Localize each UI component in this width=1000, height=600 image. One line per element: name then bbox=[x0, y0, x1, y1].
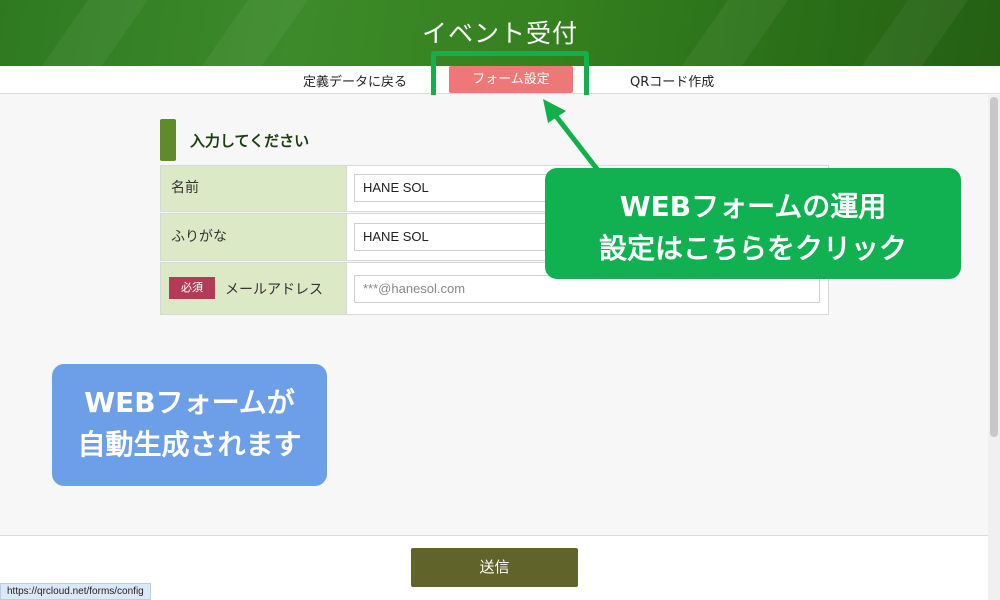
page-title: イベント受付 bbox=[421, 19, 578, 48]
status-bar-url: https://qrcloud.net/forms/config bbox=[0, 583, 151, 600]
settings-callout-line2: 設定はこちらをクリック bbox=[598, 232, 907, 265]
settings-callout-line1: WEBフォームの運用 bbox=[619, 190, 887, 223]
email-input[interactable]: ***@hanesol.com bbox=[354, 275, 820, 303]
form-label-email-cell: 必須 メールアドレス bbox=[161, 263, 347, 314]
form-label-furigana: ふりがな bbox=[161, 214, 347, 260]
furigana-input[interactable]: HANE SOL bbox=[354, 223, 554, 251]
form-label-email: メールアドレス bbox=[225, 282, 323, 298]
section-marker bbox=[160, 119, 176, 161]
nav-item-qr-code[interactable]: QRコード作成 bbox=[630, 71, 714, 90]
required-badge: 必須 bbox=[169, 277, 215, 299]
nav-item-back-to-definition[interactable]: 定義データに戻る bbox=[303, 71, 407, 90]
section-title: 入力してください bbox=[190, 132, 310, 150]
scrollbar-thumb[interactable] bbox=[990, 97, 998, 437]
vertical-scrollbar[interactable] bbox=[988, 95, 1000, 600]
auto-callout-line1: WEBフォームが bbox=[84, 386, 295, 419]
arrow-icon bbox=[543, 99, 600, 172]
settings-callout: WEBフォームの運用 設定はこちらをクリック bbox=[545, 168, 961, 279]
form-label-name: 名前 bbox=[161, 166, 347, 211]
auto-callout-line2: 自動生成されます bbox=[77, 428, 302, 461]
auto-generate-callout: WEBフォームが 自動生成されます bbox=[52, 364, 327, 486]
name-input[interactable]: HANE SOL bbox=[354, 174, 554, 202]
submit-button[interactable]: 送信 bbox=[411, 548, 578, 587]
